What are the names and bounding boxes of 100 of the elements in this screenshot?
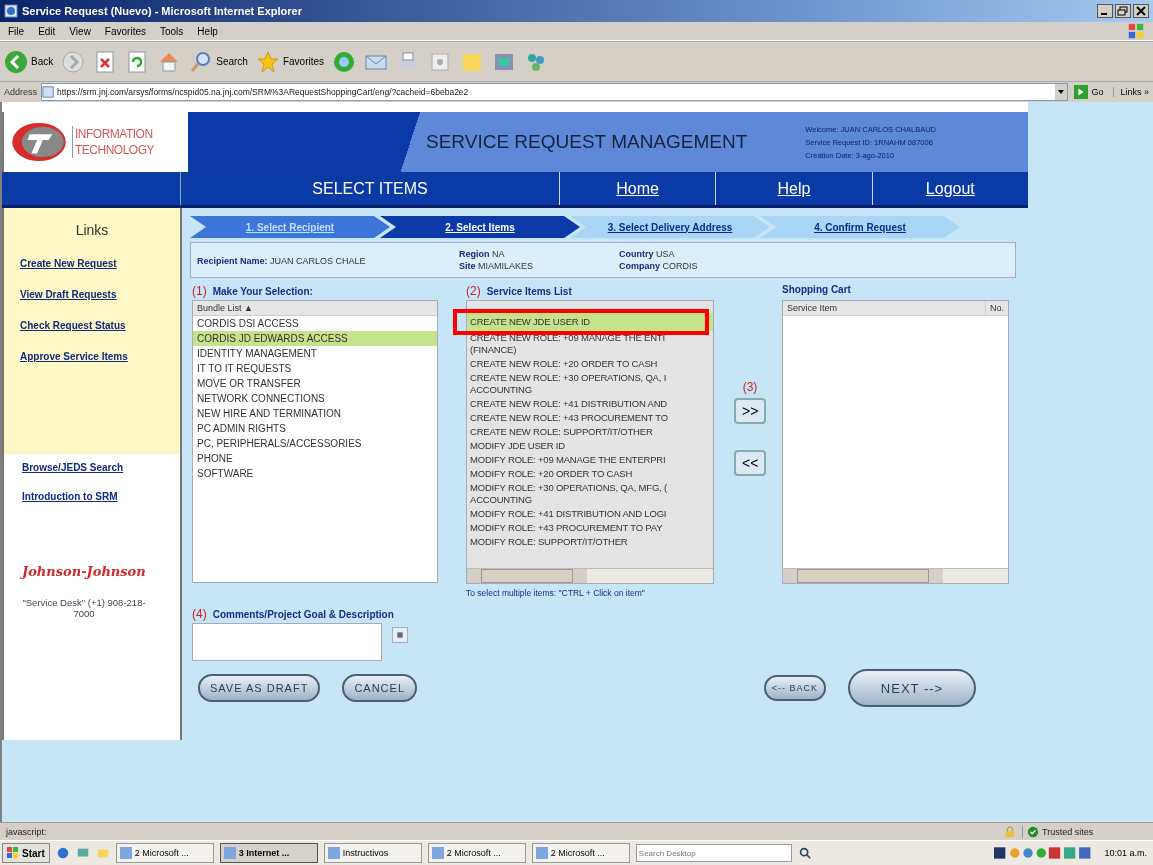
horizontal-scrollbar[interactable] [467,568,713,583]
country-text: Country USA [619,249,676,259]
recipient-name: Recipient Name: JUAN CARLOS CHALE [197,256,366,266]
dropdown-icon[interactable] [1055,84,1068,100]
minimize-icon[interactable] [1097,4,1113,18]
remove-button[interactable]: << [734,450,766,476]
nav-link[interactable]: Help [715,172,872,205]
menu-item[interactable]: Favorites [104,25,146,37]
list-item[interactable]: MODIFY JDE USER ID [467,439,713,453]
list-item[interactable]: MODIFY ROLE: +43 PROCUREMENT TO PAY [467,521,713,535]
windows-flag-icon [1127,22,1145,40]
section-heading: Make Your Selection: [212,286,313,297]
list-item[interactable]: CORDIS JD EDWARDS ACCESS [193,331,437,346]
menu-item[interactable]: File [8,25,25,37]
next-button[interactable]: NEXT --> [848,669,976,707]
app-title: SERVICE REQUEST MANAGEMENT [426,131,748,153]
sidebar-link[interactable]: Create New Request [20,258,180,269]
list-item[interactable]: CREATE NEW ROLE: +30 OPERATIONS, QA, I ACCOUNTING [467,371,713,397]
nav-link[interactable]: Home [559,172,716,205]
list-item[interactable]: MODIFY ROLE: SUPPORT/IT/OTHER [467,535,713,549]
search-button[interactable]: Search [189,49,248,74]
list-item[interactable]: CREATE NEW ROLE: SUPPORT/IT/OTHER [467,425,713,439]
list-item[interactable]: CREATE NEW JDE USER ID [467,313,713,331]
star-icon [255,49,280,74]
sidebar-link[interactable]: Browse/JEDS Search [22,462,180,473]
window-icon [119,847,132,859]
step-number: (3) [742,380,758,394]
search-icon[interactable] [797,846,812,860]
taskbar-button[interactable]: Instructivos [323,843,422,863]
column-header[interactable]: Bundle List ▲ [193,301,437,316]
list-item[interactable]: PC, PERIPHERALS/ACCESSORIES [193,436,437,451]
desktop-icon[interactable] [75,846,90,860]
list-item[interactable]: CREATE NEW ROLE: +43 PROCUREMENT TO [467,411,713,425]
list-item[interactable]: CREATE NEW ROLE: +41 DISTRIBUTION AND [467,397,713,411]
step-tab[interactable]: 2. Select Items [380,216,580,238]
sidebar-link[interactable]: Check Request Status [20,320,180,331]
check-icon [1027,825,1039,838]
nav-link[interactable]: Logout [871,172,1028,205]
sidebar-link[interactable]: View Draft Requests [20,289,180,300]
desktop-search-field[interactable]: Search Desktop [635,844,792,862]
list-item[interactable]: IDENTITY MANAGEMENT [193,346,437,361]
back-button[interactable]: Back [4,49,54,74]
save-draft-button[interactable]: SAVE AS DRAFT [198,674,321,702]
restore-icon[interactable] [1115,4,1131,18]
horizontal-scrollbar[interactable] [783,568,1008,583]
step-number: (2) [466,284,481,298]
list-item[interactable]: CORDIS DSI ACCESS [193,316,437,331]
list-item[interactable]: CREATE NEW ROLE: +09 MANAGE THE ENTI (FINANCE) [467,331,713,357]
column-header[interactable]: Service Item [783,301,986,315]
list-item[interactable]: PC ADMIN RIGHTS [193,421,437,436]
menu-item[interactable]: Help [197,25,218,37]
sidebar-link[interactable]: Approve Service Items [20,351,180,362]
start-button[interactable]: Start [2,843,50,863]
list-item[interactable]: MODIFY ROLE: +41 DISTRIBUTION AND LOGI [467,507,713,521]
list-item[interactable]: NETWORK CONNECTIONS [193,391,437,406]
list-item[interactable]: CREATE NEW ROLE: +20 ORDER TO CASH [467,357,713,371]
site-text: Site MIAMILAKES [459,261,535,271]
links-button[interactable]: Links » [1113,87,1149,97]
taskbar-button[interactable]: 2 Microsoft ... [531,843,630,863]
list-item[interactable]: IT TO IT REQUESTS [193,361,437,376]
step-tab[interactable]: 4. Confirm Request [760,216,960,238]
menu-item[interactable]: Tools [160,25,184,37]
list-item[interactable]: MOVE OR TRANSFER [193,376,437,391]
add-button[interactable]: >> [734,398,766,424]
list-item[interactable]: MODIFY ROLE: +30 OPERATIONS, QA, MFG, ( ACCOUNTING [467,481,713,507]
taskbar-button[interactable]: 3 Internet ... [219,843,318,863]
menu-item[interactable]: Edit [38,25,56,37]
taskbar-button[interactable]: 2 Microsoft ... [427,843,526,863]
column-header[interactable]: No. [986,301,1008,315]
windows-flag-icon [7,847,19,859]
region-text: Region NA [459,249,506,259]
list-item[interactable]: NEW HIRE AND TERMINATION [193,406,437,421]
address-field[interactable]: https://srm.jnj.com/arsys/forms/ncspid05.na.jnj.com/SRM%3ARequestShoppingCart/eng/?cacheid=6beba2e2 [41,83,1069,101]
lock-icon [1004,825,1016,838]
comments-field[interactable] [192,623,382,661]
logo: INFORMATION TECHNOLOGY [2,112,186,172]
step-tab[interactable]: 3. Select Delivery Address [570,216,770,238]
menu-item[interactable]: View [69,25,91,37]
browser-icon[interactable] [55,846,70,860]
security-zone: Trusted sites [1022,825,1147,838]
media-icon[interactable] [332,49,357,74]
sidebar-link[interactable]: Introduction to SRM [22,491,180,502]
company-text: Company CORDIS [619,261,699,271]
section-heading: Comments/Project Goal & Description [212,609,394,620]
list-item[interactable]: SOFTWARE [193,466,437,481]
section-heading: Service Items List [486,286,572,297]
back-button[interactable]: <-- BACK [763,675,826,701]
taskbar-button[interactable]: 2 Microsoft ... [115,843,214,863]
address-label: Address [4,87,38,97]
list-item[interactable]: PHONE [193,451,437,466]
section-title: SELECT ITEMS [180,172,559,205]
list-item[interactable]: MODIFY ROLE: +09 MANAGE THE ENTERPRI [467,453,713,467]
close-icon[interactable] [1133,4,1149,18]
contact-text: "Service Desk" (+1) 908-218-7000 [21,597,147,619]
favorites-button[interactable]: Favorites [255,49,325,74]
list-item[interactable]: MODIFY ROLE: +20 ORDER TO CASH [467,467,713,481]
go-button[interactable]: Go [1072,85,1110,99]
expand-icon[interactable] [392,627,408,643]
forward-icon[interactable] [61,49,86,74]
cancel-button[interactable]: CANCEL [342,674,417,702]
